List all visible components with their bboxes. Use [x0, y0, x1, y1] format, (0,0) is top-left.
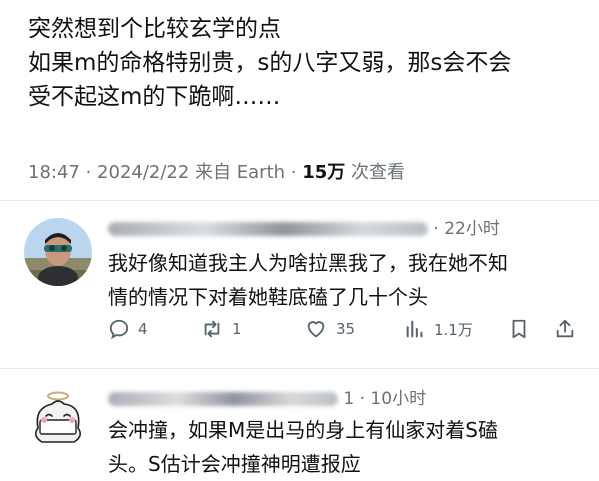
view-count: 1.1万 [434, 320, 473, 339]
divider [0, 200, 599, 201]
post-line: 如果m的命格特别贵，s的八字又弱，那s会不会 [28, 50, 512, 76]
post-meta: 18:47 · 2024/2/22 来自 Earth · 15万 次查看 [28, 158, 405, 184]
share-button[interactable] [554, 318, 576, 340]
retweet-icon [204, 320, 220, 338]
reply-icon [109, 319, 129, 340]
reply-time: · 22小时 [433, 219, 500, 239]
views-count: 15万 [302, 162, 346, 183]
post-text: 突然想到个比较玄学的点 如果m的命格特别贵，s的八字又弱，那s会不会 受不起这m… [28, 12, 588, 114]
reply-line: 情的情况下对着她鞋底磕了几十个头 [108, 285, 428, 309]
post-line: 突然想到个比较玄学的点 [28, 16, 281, 42]
views-label: 次查看 [345, 162, 406, 183]
retweet-button[interactable]: 1 [200, 318, 242, 340]
reply-handle[interactable]: · 22小时 [108, 214, 500, 239]
reply-text: 我好像知道我主人为啥拉黑我了，我在她不知 情的情况下对着她鞋底磕了几十个头 [108, 246, 508, 314]
avatar[interactable] [24, 386, 92, 454]
views-button[interactable]: 1.1万 [404, 318, 473, 340]
avatar[interactable] [24, 218, 92, 286]
reply-line: 头。S估计会冲撞神明遭报应 [108, 452, 361, 476]
like-count: 35 [336, 320, 356, 338]
redacted-username [108, 222, 428, 236]
divider [0, 368, 599, 369]
bookmark-button[interactable] [508, 318, 530, 340]
like-button[interactable]: 35 [304, 318, 355, 340]
post-line: 受不起这m的下跪啊…… [28, 84, 281, 110]
retweet-count: 1 [232, 320, 242, 338]
reply-time: 1 · 10小时 [343, 389, 427, 409]
reply-handle[interactable]: 1 · 10小时 [108, 384, 426, 409]
views-icon [406, 320, 423, 338]
reply-line: 会冲撞，如果M是出马的身上有仙家对着S磕 [108, 418, 498, 442]
reply-line: 我好像知道我主人为啥拉黑我了，我在她不知 [108, 251, 508, 275]
reply-actions: 4 1 35 1.1万 [108, 318, 578, 342]
like-icon [307, 321, 325, 338]
bookmark-icon [512, 319, 526, 339]
redacted-username [108, 392, 338, 406]
post-timestamp[interactable]: 18:47 · 2024/2/22 来自 Earth · [28, 162, 302, 183]
share-icon [556, 319, 574, 338]
reply-button[interactable]: 4 [108, 318, 148, 340]
reply-count: 4 [138, 320, 148, 338]
reply-text: 会冲撞，如果M是出马的身上有仙家对着S磕 头。S估计会冲撞神明遭报应 [108, 413, 498, 481]
